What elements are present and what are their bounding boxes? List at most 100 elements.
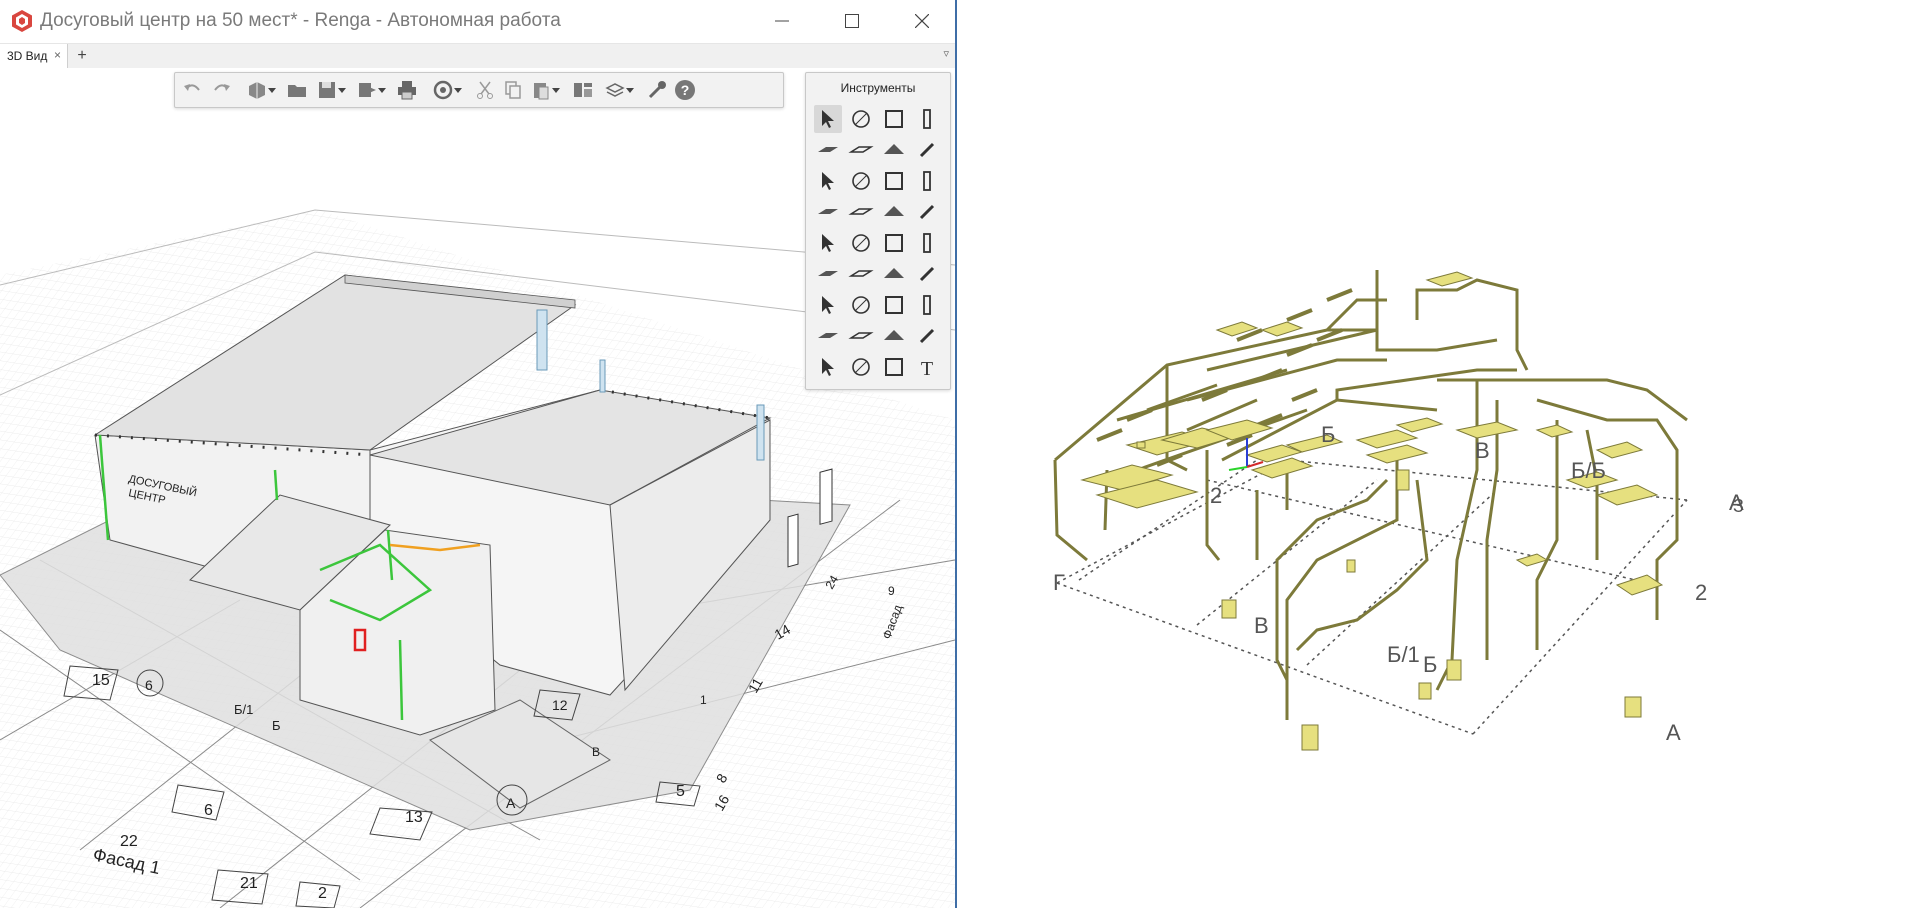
tool-select[interactable]	[814, 105, 842, 133]
tool-dimension[interactable]	[814, 353, 842, 381]
label: 22	[120, 833, 138, 850]
close-icon	[915, 14, 929, 28]
copy-icon[interactable]	[501, 78, 525, 102]
tab-close-icon[interactable]: ×	[54, 48, 61, 62]
axis-icon	[852, 110, 870, 128]
sync-icon[interactable]	[431, 78, 455, 102]
tool-route[interactable]	[847, 353, 875, 381]
tool-window[interactable]	[913, 167, 941, 195]
pump-icon	[884, 268, 904, 278]
maximize-button[interactable]	[822, 0, 882, 42]
equipment	[1080, 271, 1664, 751]
redo-icon[interactable]	[209, 78, 233, 102]
tools-panel-title: Инструменты	[840, 81, 916, 95]
label: 2	[318, 885, 327, 902]
tool-valve[interactable]	[814, 260, 842, 288]
dropdown-icon[interactable]	[453, 78, 463, 102]
label: 1	[700, 693, 707, 707]
text-icon: T	[921, 358, 933, 380]
close-button[interactable]	[892, 0, 952, 42]
dropdown-icon[interactable]	[625, 78, 635, 102]
export-icon[interactable]	[355, 78, 379, 102]
accessory-icon	[919, 266, 935, 282]
stair-icon	[822, 172, 834, 190]
paste-icon[interactable]	[529, 78, 553, 102]
label: Б	[272, 718, 281, 733]
tool-accessory[interactable]	[913, 260, 941, 288]
tool-device[interactable]	[847, 260, 875, 288]
tool-pipe[interactable]	[913, 198, 941, 226]
tool-element[interactable]	[847, 322, 875, 350]
dropdown-icon[interactable]	[551, 78, 561, 102]
tool-door[interactable]	[880, 167, 908, 195]
open-icon[interactable]	[285, 78, 309, 102]
axis-label: Б/Б	[1571, 458, 1606, 483]
renga-logo-icon	[12, 10, 32, 32]
tool-wall-view[interactable]	[880, 105, 908, 133]
axis-label: Б/1	[1387, 642, 1420, 667]
label: 15	[92, 672, 110, 689]
pipe-icon	[919, 204, 935, 220]
tool-pump[interactable]	[880, 260, 908, 288]
tool-material[interactable]	[880, 353, 908, 381]
label: A	[506, 795, 516, 811]
tab-label: 3D Вид	[7, 49, 48, 63]
save-icon[interactable]	[315, 78, 339, 102]
new-project-icon[interactable]	[245, 78, 269, 102]
tool-beam[interactable]	[913, 136, 941, 164]
undo-icon[interactable]	[181, 78, 205, 102]
axis-label: В	[1254, 613, 1269, 638]
tool-opening[interactable]	[847, 136, 875, 164]
tool-ramp[interactable]	[847, 167, 875, 195]
tool-duct-fitting[interactable]	[913, 229, 941, 257]
sanitary-icon	[822, 234, 834, 252]
tabs-menu-icon[interactable]: ▿	[943, 47, 949, 60]
tool-line[interactable]	[847, 198, 875, 226]
help-icon[interactable]: ?	[673, 78, 697, 102]
axis-label: 2	[1695, 580, 1707, 605]
tool-hatch[interactable]	[880, 322, 908, 350]
cut-icon[interactable]	[473, 78, 497, 102]
tool-boiler[interactable]	[847, 229, 875, 257]
tool-panel[interactable]	[814, 322, 842, 350]
tool-fan[interactable]	[880, 229, 908, 257]
minimize-icon	[775, 20, 789, 22]
renga-window: Досуговый центр на 50 мест* - Renga - Ав…	[0, 0, 957, 908]
tool-fire[interactable]	[814, 291, 842, 319]
tool-text[interactable]: T	[913, 353, 941, 381]
electric-icon	[885, 296, 903, 314]
label: 12	[552, 697, 568, 713]
tool-column[interactable]	[913, 105, 941, 133]
tab-3d-view[interactable]: 3D Вид ×	[0, 44, 68, 68]
tool-railing[interactable]	[814, 198, 842, 226]
axis-label: Б	[1321, 422, 1335, 447]
tool-stair[interactable]	[814, 167, 842, 195]
pipe-network-model[interactable]: Г В Б/1 Б 2 А А 2 Б В Б/Б З	[957, 0, 1917, 908]
views-icon[interactable]	[603, 78, 627, 102]
properties-icon[interactable]	[571, 78, 595, 102]
add-tab-button[interactable]: +	[70, 44, 94, 68]
print-icon[interactable]	[395, 78, 419, 102]
window-title: Досуговый центр на 50 мест* - Renga - Ав…	[40, 10, 561, 31]
tool-outlet[interactable]	[913, 291, 941, 319]
tool-roof[interactable]	[880, 136, 908, 164]
tool-sanitary[interactable]	[814, 229, 842, 257]
tool-axis[interactable]	[847, 105, 875, 133]
main-toolbar: ?	[174, 72, 784, 108]
tool-slab[interactable]	[814, 136, 842, 164]
roof-icon	[884, 144, 904, 154]
dropdown-icon[interactable]	[377, 78, 387, 102]
equipment-icon	[884, 206, 904, 216]
room-icon	[919, 328, 935, 344]
tool-electric[interactable]	[880, 291, 908, 319]
settings-icon[interactable]	[645, 78, 669, 102]
svg-text:T: T	[921, 358, 933, 380]
dropdown-icon[interactable]	[337, 78, 347, 102]
axis-label: З	[1733, 496, 1744, 516]
mep-3d-viewer[interactable]: Г В Б/1 Б 2 А А 2 Б В Б/Б З	[957, 0, 1917, 908]
tool-room[interactable]	[913, 322, 941, 350]
dropdown-icon[interactable]	[267, 78, 277, 102]
tool-light[interactable]	[847, 291, 875, 319]
minimize-button[interactable]	[752, 0, 812, 42]
tool-equipment[interactable]	[880, 198, 908, 226]
